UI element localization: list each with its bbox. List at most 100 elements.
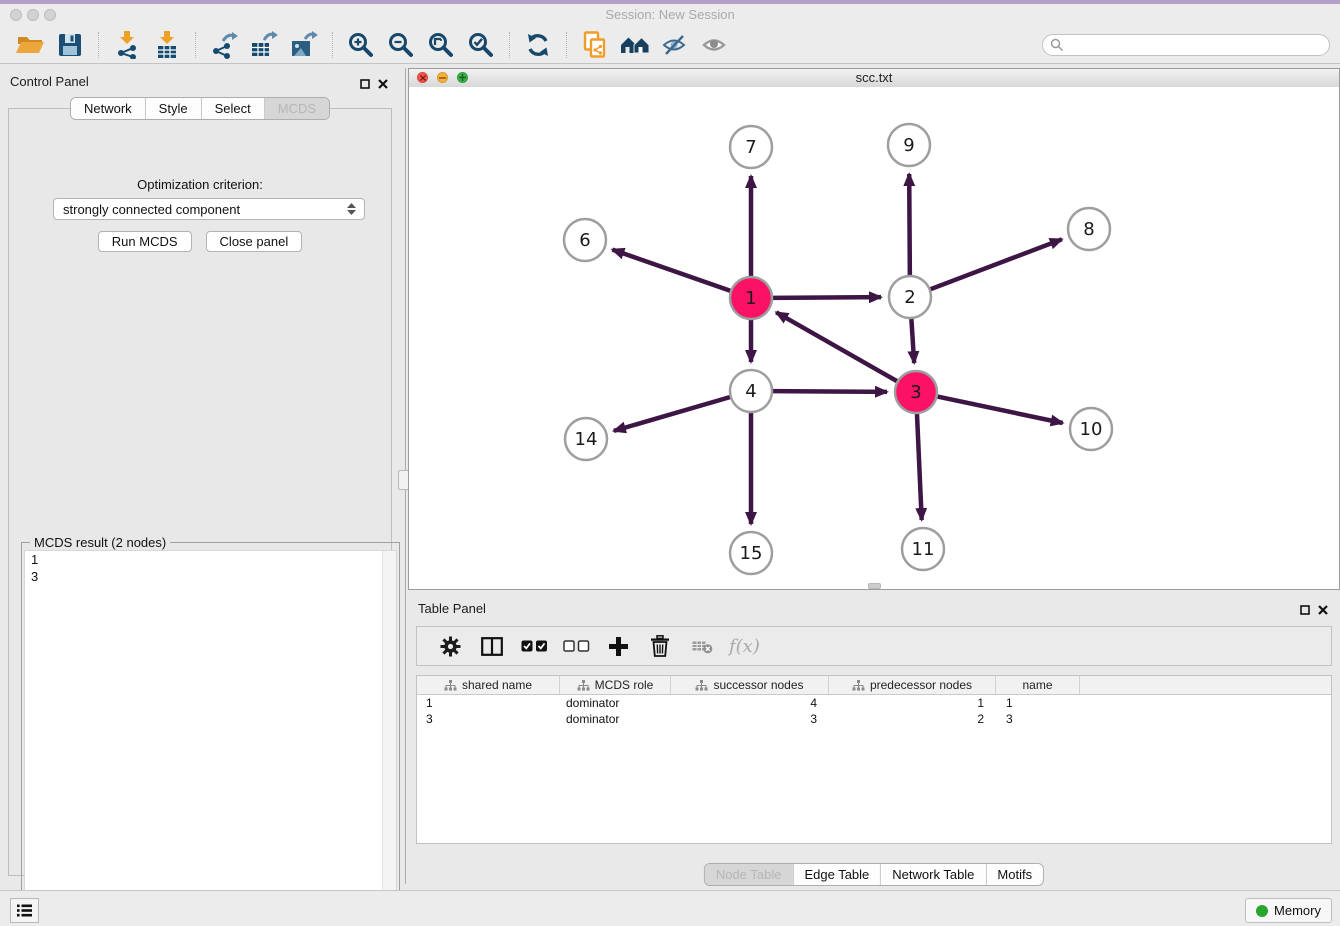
maximize-view-button[interactable] xyxy=(457,72,468,83)
select-all-rows-button[interactable] xyxy=(518,630,550,662)
column-header-successor-nodes[interactable]: successor nodes xyxy=(671,676,829,694)
delete-table-button[interactable] xyxy=(686,630,718,662)
floppy-icon xyxy=(58,33,82,57)
cell-shared-name[interactable]: 1 xyxy=(417,696,560,710)
open-session-button[interactable] xyxy=(14,29,46,61)
graph-edge-2-9[interactable] xyxy=(909,174,910,275)
graph-edge-1-2[interactable] xyxy=(773,297,881,298)
search-input[interactable] xyxy=(1042,34,1330,56)
tab-node-table[interactable]: Node Table xyxy=(705,864,793,885)
function-builder-button[interactable]: f(x) xyxy=(729,636,760,657)
tab-style[interactable]: Style xyxy=(145,98,201,119)
tab-edge-table[interactable]: Edge Table xyxy=(792,864,880,885)
column-settings-button[interactable] xyxy=(434,630,466,662)
cell-successor-nodes[interactable]: 3 xyxy=(671,712,829,726)
add-row-button[interactable] xyxy=(602,630,634,662)
column-header-shared-name[interactable]: shared name xyxy=(417,676,560,694)
column-label: name xyxy=(1022,678,1052,692)
vertical-splitter[interactable] xyxy=(400,68,408,884)
graph-edge-3-1[interactable] xyxy=(776,312,897,381)
show-cytopanel-button[interactable] xyxy=(10,898,39,923)
table-panel-title: Table Panel xyxy=(418,601,486,616)
cell-predecessor-nodes[interactable]: 1 xyxy=(829,696,996,710)
graph-edge-2-3[interactable] xyxy=(911,319,914,363)
delete-rows-button[interactable] xyxy=(644,630,676,662)
gear-icon xyxy=(440,636,461,657)
search-icon xyxy=(1050,38,1064,52)
close-panel-button[interactable] xyxy=(378,76,388,94)
tab-network[interactable]: Network xyxy=(71,98,145,119)
save-session-button[interactable] xyxy=(54,29,86,61)
cell-name[interactable]: 1 xyxy=(996,696,1080,710)
network-view-title: scc.txt xyxy=(409,69,1339,86)
minimize-view-button[interactable] xyxy=(437,72,448,83)
hide-selected-button[interactable] xyxy=(659,29,691,61)
zoom-selected-button[interactable] xyxy=(465,29,497,61)
eye-icon xyxy=(702,33,728,57)
zoom-fit-button[interactable] xyxy=(425,29,457,61)
first-neighbors-button[interactable] xyxy=(619,29,651,61)
toolbar-separator xyxy=(98,32,99,58)
memory-label: Memory xyxy=(1274,903,1321,918)
cell-mcds-role[interactable]: dominator xyxy=(560,712,671,726)
show-columns-button[interactable] xyxy=(476,630,508,662)
export-network-button[interactable] xyxy=(208,29,240,61)
attribute-type-icon xyxy=(695,680,708,691)
column-header-predecessor-nodes[interactable]: predecessor nodes xyxy=(829,676,996,694)
export-image-button[interactable] xyxy=(288,29,320,61)
zoom-in-button[interactable] xyxy=(345,29,377,61)
close-panel-button-inline[interactable]: Close panel xyxy=(206,231,303,252)
zoom-out-button[interactable] xyxy=(385,29,417,61)
graph-edge-3-10[interactable] xyxy=(938,397,1063,423)
cell-successor-nodes[interactable]: 4 xyxy=(671,696,829,710)
import-table-button[interactable] xyxy=(151,29,183,61)
criterion-dropdown[interactable]: strongly connected component xyxy=(53,198,365,220)
graph-edge-1-6[interactable] xyxy=(612,250,730,291)
cell-predecessor-nodes[interactable]: 2 xyxy=(829,712,996,726)
cell-name[interactable]: 3 xyxy=(996,712,1080,726)
table-panel: Table Panel xyxy=(408,595,1340,887)
network-canvas[interactable]: 7968124314101511 xyxy=(409,87,1339,589)
clone-network-button[interactable] xyxy=(579,29,611,61)
column-header-name[interactable]: name xyxy=(996,676,1080,694)
graph-node-label-8: 8 xyxy=(1083,219,1094,240)
table-row[interactable]: 3 dominator 3 2 3 xyxy=(417,711,1331,727)
mcds-panel-content: Optimization criterion: strongly connect… xyxy=(8,108,392,876)
graph-edge-3-11[interactable] xyxy=(917,414,922,520)
cell-mcds-role[interactable]: dominator xyxy=(560,696,671,710)
close-view-button[interactable] xyxy=(417,72,428,83)
float-table-panel-button[interactable] xyxy=(1300,602,1310,620)
maximize-window-button[interactable] xyxy=(44,9,56,21)
graph[interactable]: 7968124314101511 xyxy=(409,87,1339,588)
mcds-result-textarea[interactable]: 1 3 xyxy=(24,550,397,910)
apply-layout-button[interactable] xyxy=(522,29,554,61)
close-window-button[interactable] xyxy=(10,9,22,21)
cell-shared-name[interactable]: 3 xyxy=(417,712,560,726)
minimize-window-button[interactable] xyxy=(27,9,39,21)
graph-edge-4-14[interactable] xyxy=(614,397,730,431)
float-panel-button[interactable] xyxy=(360,76,370,94)
table-row[interactable]: 1 dominator 4 1 1 xyxy=(417,695,1331,711)
run-mcds-button[interactable]: Run MCDS xyxy=(98,231,192,252)
search-field-wrap xyxy=(1042,34,1330,56)
tab-select[interactable]: Select xyxy=(201,98,264,119)
import-network-button[interactable] xyxy=(111,29,143,61)
attribute-type-icon xyxy=(444,680,457,691)
graph-edge-2-8[interactable] xyxy=(931,239,1062,289)
column-header-mcds-role[interactable]: MCDS role xyxy=(560,676,671,694)
network-window-titlebar[interactable]: scc.txt xyxy=(409,69,1339,88)
show-all-button[interactable] xyxy=(699,29,731,61)
export-table-button[interactable] xyxy=(248,29,280,61)
deselect-all-rows-button[interactable] xyxy=(560,630,592,662)
close-table-panel-button[interactable] xyxy=(1318,602,1328,620)
import-table-icon xyxy=(154,31,180,59)
column-label: successor nodes xyxy=(713,678,803,692)
result-scrollbar[interactable] xyxy=(382,551,396,909)
tab-mcds[interactable]: MCDS xyxy=(264,98,329,119)
tab-motifs[interactable]: Motifs xyxy=(985,864,1043,885)
network-window-resize-grip[interactable] xyxy=(868,583,881,589)
graph-edge-4-3[interactable] xyxy=(773,391,887,392)
column-label: predecessor nodes xyxy=(870,678,972,692)
tab-network-table[interactable]: Network Table xyxy=(880,864,985,885)
memory-button[interactable]: Memory xyxy=(1245,898,1332,923)
